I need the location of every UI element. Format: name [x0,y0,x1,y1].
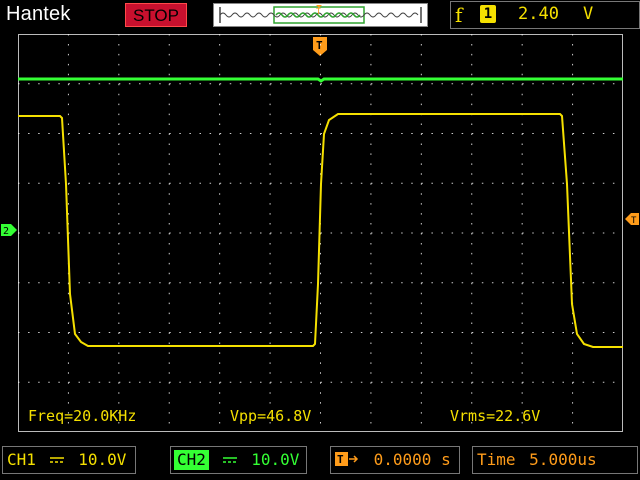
trigger-level-unit: V [583,4,594,24]
ch1-scale: 10.0V [78,450,127,469]
waveform-display[interactable] [18,34,623,432]
ch2-label: CH2 [174,450,209,470]
timebase-value: 5.000us [529,450,597,469]
vpp-measurement: Vpp=46.8V [230,407,312,425]
ch2-trace [18,77,623,83]
timebase-label: Time [477,450,516,469]
trigger-level-marker-icon[interactable]: T [624,211,640,227]
top-status-bar: Hantek STOP T f 1 2.40 V [0,0,640,30]
trigger-position-settings[interactable]: T 0.0000 s [330,446,460,474]
svg-text:T: T [631,216,637,226]
timebase-settings[interactable]: Time 5.000us [472,446,638,474]
svg-text:T: T [316,7,321,16]
memory-timeline-graphic: T [219,5,422,24]
trigger-position-value: 0.0000 s [373,450,451,469]
ch1-settings[interactable]: CH1 10.0V [2,446,136,474]
vrms-measurement: Vrms=22.6V [450,407,541,425]
brand-logo: Hantek [6,3,71,25]
ch2-scale: 10.0V [251,450,300,469]
ch2-settings[interactable]: CH2 10.0V [170,446,307,474]
frequency-measurement: Freq=20.0KHz [28,407,137,425]
trigger-source-badge: 1 [480,5,496,23]
trigger-arrow-icon: T [335,452,359,466]
ch1-trace [18,113,623,348]
ch1-label: CH1 [7,450,36,469]
dc-coupling-icon [49,457,64,463]
trigger-slope-rising-icon: f [455,3,463,27]
memory-timeline[interactable]: T [213,3,428,27]
svg-text:2: 2 [3,226,9,237]
trigger-level-value: 2.40 [518,4,559,24]
svg-text:T: T [337,453,344,466]
run-stop-indicator[interactable]: STOP [125,3,187,27]
ch2-ground-marker-icon[interactable]: 2 [0,222,18,238]
dc-coupling-icon [222,457,237,463]
